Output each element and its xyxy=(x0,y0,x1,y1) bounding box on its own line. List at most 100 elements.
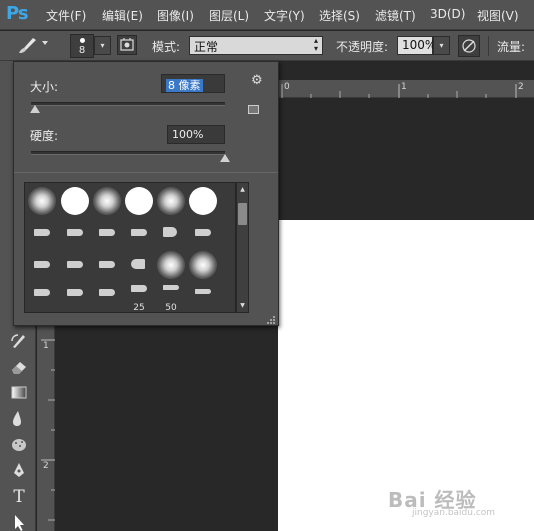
hard-round-brush-icon xyxy=(61,187,89,215)
scroll-thumb[interactable] xyxy=(238,203,247,225)
brush-preset-tip[interactable] xyxy=(123,217,155,249)
hardness-value: 100% xyxy=(172,128,204,141)
brush-tip-icon xyxy=(34,229,50,236)
eraser-tool-icon[interactable] xyxy=(9,357,29,377)
hardness-label: 硬度: xyxy=(30,129,59,143)
brush-tip-icon xyxy=(131,229,147,236)
pressure-opacity-toggle[interactable] xyxy=(458,35,480,57)
brush-preset-soft[interactable] xyxy=(155,185,187,217)
brush-tip-icon xyxy=(67,229,83,236)
gradient-tool-icon[interactable] xyxy=(9,383,29,403)
vertical-ruler: 1 2 xyxy=(37,326,55,531)
photoshop-logo: Ps xyxy=(6,3,29,24)
brush-preset-tip[interactable] xyxy=(187,281,219,312)
mode-select[interactable]: 正常 ▴ ▾ xyxy=(189,36,323,55)
brush-preset-tip[interactable] xyxy=(26,217,58,249)
brush-preset-tip[interactable] xyxy=(91,217,123,249)
menu-layer[interactable]: 图层(L) xyxy=(209,7,249,24)
horizontal-ruler: 0 1 2 xyxy=(278,80,534,98)
path-selection-icon[interactable] xyxy=(9,513,29,531)
tool-preset-arrow-icon[interactable] xyxy=(42,41,48,45)
brush-tip-icon xyxy=(99,261,115,268)
brush-preset-picker: 大小: 8 像素 ⚙ 硬度: 100% 25 50 ▲ ▼ xyxy=(13,61,279,326)
brush-size-label: 25 xyxy=(133,303,145,313)
brush-preset-soft[interactable] xyxy=(155,249,187,281)
menu-type[interactable]: 文字(Y) xyxy=(264,7,305,24)
brush-preset-fan[interactable] xyxy=(155,217,187,249)
history-brush-icon[interactable] xyxy=(9,331,29,351)
brush-tip-icon xyxy=(163,285,179,290)
menu-3d[interactable]: 3D(D) xyxy=(430,7,465,21)
opacity-input[interactable]: 100% xyxy=(397,36,436,55)
brush-preset-soft[interactable] xyxy=(26,185,58,217)
blur-tool-icon[interactable] xyxy=(9,409,29,429)
brush-panel-toggle[interactable] xyxy=(117,35,137,55)
size-slider-track[interactable] xyxy=(31,102,225,106)
resize-grip-icon[interactable] xyxy=(266,314,276,324)
soft-round-brush-icon xyxy=(93,187,121,215)
brush-preset-tip[interactable] xyxy=(91,249,123,281)
menu-edit[interactable]: 编辑(E) xyxy=(102,7,143,24)
brush-preset-hard[interactable] xyxy=(59,185,91,217)
brush-preset-button[interactable]: 8 xyxy=(70,34,94,58)
brush-preset-50[interactable]: 50 xyxy=(155,281,187,312)
soft-round-brush-icon xyxy=(157,251,185,279)
brush-preset-hard[interactable] xyxy=(123,185,155,217)
menu-view[interactable]: 视图(V) xyxy=(477,7,519,24)
sponge-tool-icon[interactable] xyxy=(9,435,29,455)
brush-preset-fan[interactable] xyxy=(123,249,155,281)
size-value: 8 像素 xyxy=(166,79,203,92)
brush-preset-tip[interactable] xyxy=(59,249,91,281)
brush-preset-dropdown[interactable]: ▾ xyxy=(94,36,111,55)
mode-label: 模式: xyxy=(152,40,181,54)
flow-label: 流量: xyxy=(497,40,526,54)
scroll-up-icon[interactable]: ▲ xyxy=(237,186,248,193)
brush-preset-soft[interactable] xyxy=(91,185,123,217)
brush-size-value: 8 xyxy=(78,45,86,56)
brush-preset-soft[interactable] xyxy=(187,249,219,281)
brush-tip-icon xyxy=(99,229,115,236)
pen-tool-icon[interactable] xyxy=(9,461,29,481)
type-tool-icon[interactable]: T xyxy=(9,487,29,507)
soft-round-brush-icon xyxy=(28,187,56,215)
ruler-label-0: 0 xyxy=(284,82,290,92)
brush-preset-25[interactable]: 25 xyxy=(123,281,155,313)
new-preset-icon[interactable] xyxy=(248,105,259,114)
options-bar: 8 ▾ 模式: 正常 ▴ ▾ 不透明度: 100% ▾ 流量: xyxy=(0,31,534,61)
brush-tip-icon xyxy=(67,261,83,268)
brush-preset-tip[interactable] xyxy=(59,217,91,249)
menu-select[interactable]: 选择(S) xyxy=(319,7,360,24)
brush-preset-tip[interactable] xyxy=(26,281,58,312)
size-label: 大小: xyxy=(30,80,59,94)
hardness-slider-thumb[interactable] xyxy=(220,154,230,162)
brush-preset-grid: 25 50 xyxy=(24,182,236,313)
brush-preset-tip[interactable] xyxy=(59,281,91,312)
brush-tip-icon xyxy=(195,229,211,236)
opacity-label: 不透明度: xyxy=(336,40,389,54)
hard-round-brush-icon xyxy=(189,187,217,215)
preset-scrollbar[interactable]: ▲ ▼ xyxy=(236,182,249,313)
menu-file[interactable]: 文件(F) xyxy=(46,7,86,24)
settings-gear-icon[interactable]: ⚙ xyxy=(251,73,267,89)
size-slider-thumb[interactable] xyxy=(29,105,40,113)
menu-image[interactable]: 图像(I) xyxy=(157,7,194,24)
hardness-input[interactable]: 100% xyxy=(167,125,225,144)
fan-brush-icon xyxy=(131,259,145,269)
brush-dot-icon xyxy=(80,38,85,43)
menu-filter[interactable]: 滤镜(T) xyxy=(375,7,416,24)
watermark-url: jingyan.baidu.com xyxy=(412,508,496,518)
brush-tip-icon xyxy=(34,261,50,268)
size-input[interactable]: 8 像素 xyxy=(161,74,225,93)
brush-preset-tip[interactable] xyxy=(91,281,123,312)
brush-preset-tip[interactable] xyxy=(26,249,58,281)
brush-tool-icon[interactable] xyxy=(16,36,38,56)
brush-tip-icon xyxy=(34,289,50,296)
brush-tip-icon xyxy=(195,289,211,294)
scroll-down-icon[interactable]: ▼ xyxy=(237,302,248,309)
brush-preset-hard[interactable] xyxy=(187,185,219,217)
ruler-label-1: 1 xyxy=(401,82,407,92)
brush-panel-icon xyxy=(120,38,134,51)
brush-preset-tip[interactable] xyxy=(187,217,219,249)
hardness-slider-track[interactable] xyxy=(31,151,225,155)
opacity-dropdown[interactable]: ▾ xyxy=(433,36,450,55)
